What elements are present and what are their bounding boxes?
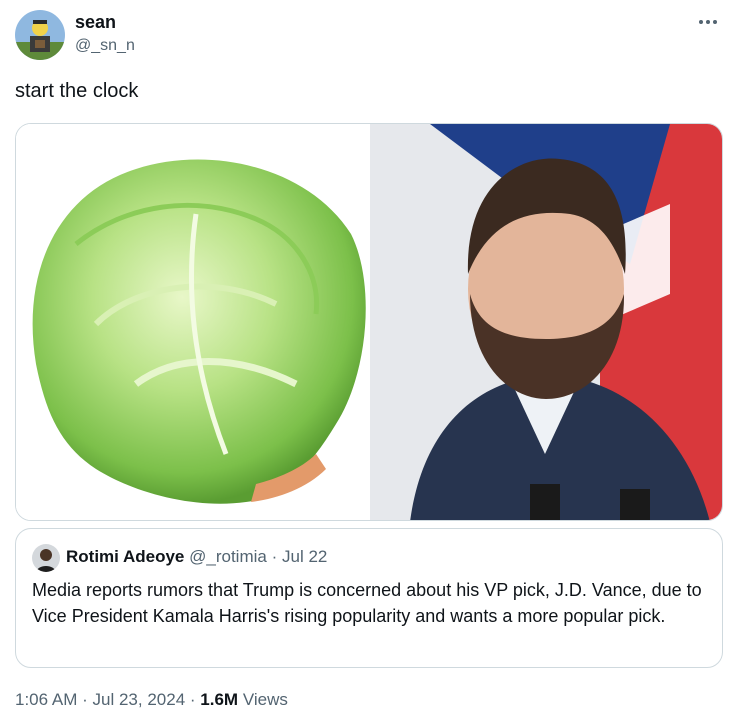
quote-author-avatar[interactable]: [32, 544, 60, 572]
quote-author-handle[interactable]: @_rotimia: [189, 547, 267, 566]
views-label: Views: [242, 690, 288, 709]
quote-separator: ·: [271, 547, 278, 566]
views-count[interactable]: 1.6M: [200, 690, 238, 709]
tweet-footer: 1:06 AM · Jul 23, 2024 · 1.6M Views: [15, 690, 288, 710]
quote-header: Rotimi Adeoye @_rotimia · Jul 22: [66, 547, 327, 567]
portrait-image[interactable]: [370, 124, 722, 520]
author-avatar[interactable]: [15, 10, 65, 60]
quote-text: Media reports rumors that Trump is conce…: [32, 580, 702, 626]
footer-separator: ·: [82, 690, 88, 709]
quoted-tweet[interactable]: Rotimi Adeoye @_rotimia · Jul 22 Media r…: [15, 528, 723, 668]
author-name[interactable]: sean: [75, 12, 116, 33]
more-options-icon[interactable]: [693, 10, 723, 34]
tweet-time[interactable]: 1:06 AM: [15, 690, 77, 709]
quote-date[interactable]: Jul 22: [282, 547, 327, 566]
footer-separator-2: ·: [189, 690, 196, 709]
author-handle[interactable]: @_sn_n: [75, 37, 135, 55]
tweet-media[interactable]: [15, 123, 723, 521]
tweet-date[interactable]: Jul 23, 2024: [93, 690, 186, 709]
tweet-text: start the clock: [15, 80, 139, 102]
quote-author-name[interactable]: Rotimi Adeoye: [66, 547, 184, 566]
lettuce-image[interactable]: [16, 124, 370, 520]
tweet-header: sean @_sn_n: [15, 10, 725, 62]
